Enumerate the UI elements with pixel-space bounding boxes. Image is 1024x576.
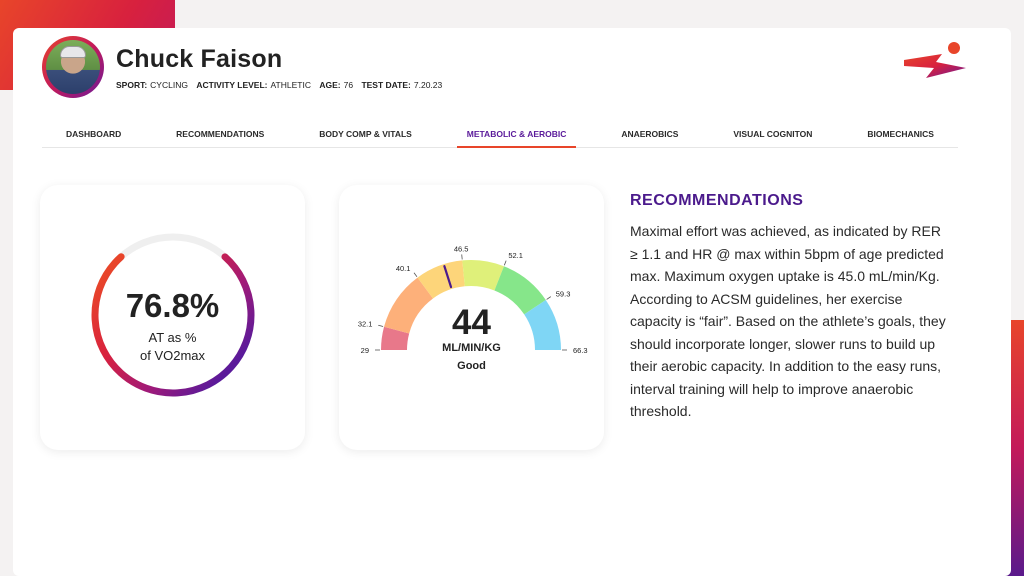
at-label-line2: of VO2max [139, 348, 206, 363]
athlete-header: Chuck Faison SPORT: CYCLING ACTIVITY LEVE… [42, 36, 448, 98]
meta-key-age: AGE: [319, 79, 341, 90]
meta-value-age: 76 [343, 79, 354, 90]
tab-visual-cogniton[interactable]: Visual Cogniton [723, 122, 822, 148]
meta-value-sport: CYCLING [150, 79, 188, 90]
helmet-icon [60, 46, 86, 58]
at-percent-value: 76.8% [125, 287, 220, 324]
avatar-photo [46, 40, 100, 94]
tab-anaerobics[interactable]: Anaerobics [611, 122, 688, 148]
section-tabs: Dashboard Recommendations Body Comp & Vi… [42, 122, 958, 148]
athlete-info: Chuck Faison SPORT: CYCLING ACTIVITY LEVE… [116, 45, 448, 90]
at-label-line1: AT as % [148, 330, 197, 345]
gauge-tick [546, 296, 552, 300]
recommendations-body: Maximal effort was achieved, as indicate… [630, 223, 946, 419]
tab-biomechanics[interactable]: Biomechanics [857, 122, 944, 148]
recommendations-section: RECOMMENDATIONS Maximal effort was achie… [630, 192, 950, 423]
gauge-tick-label: 52.1 [508, 251, 523, 260]
meta-key-sport: SPORT: [116, 79, 148, 90]
gauge-tick-label: 59.3 [556, 289, 571, 298]
tab-body-comp-vitals[interactable]: Body Comp & Vitals [309, 122, 422, 148]
gauge-tick-label: 40.1 [396, 264, 411, 273]
brand-logo-icon [904, 42, 966, 78]
vo2-gauge-card: 29 32.1 40.1 46.5 52.1 59.3 66.3 44 ML/MIN/KG … [339, 185, 604, 450]
meta-key-activity: ACTIVITY LEVEL: [196, 79, 268, 90]
tab-recommendations[interactable]: Recommendations [166, 122, 274, 148]
vo2-value: 44 [452, 303, 491, 342]
recommendations-title: RECOMMENDATIONS [630, 192, 804, 209]
meta-key-test-date: TEST DATE: [361, 79, 411, 90]
at-percent-card: 76.8% AT as % of VO2max [40, 185, 305, 450]
meta-value-test-date: 7.20.23 [413, 79, 443, 90]
at-percent-label: AT as % of VO2max [40, 329, 305, 365]
gauge-tick-label: 46.5 [454, 244, 469, 253]
meta-value-activity: ATHLETIC [270, 79, 311, 90]
vo2-unit: ML/MIN/KG [442, 342, 501, 354]
tab-metabolic-aerobic[interactable]: Metabolic & Aerobic [456, 122, 577, 148]
vo2-rating: Good [457, 360, 486, 372]
athlete-name: Chuck Faison [116, 44, 283, 73]
gauge-tick [503, 260, 507, 266]
avatar [42, 36, 104, 98]
gauge-tick [413, 272, 418, 278]
tab-dashboard[interactable]: Dashboard [56, 122, 131, 148]
athlete-meta: SPORT: CYCLING ACTIVITY LEVEL: ATHLETIC AG… [116, 80, 448, 90]
